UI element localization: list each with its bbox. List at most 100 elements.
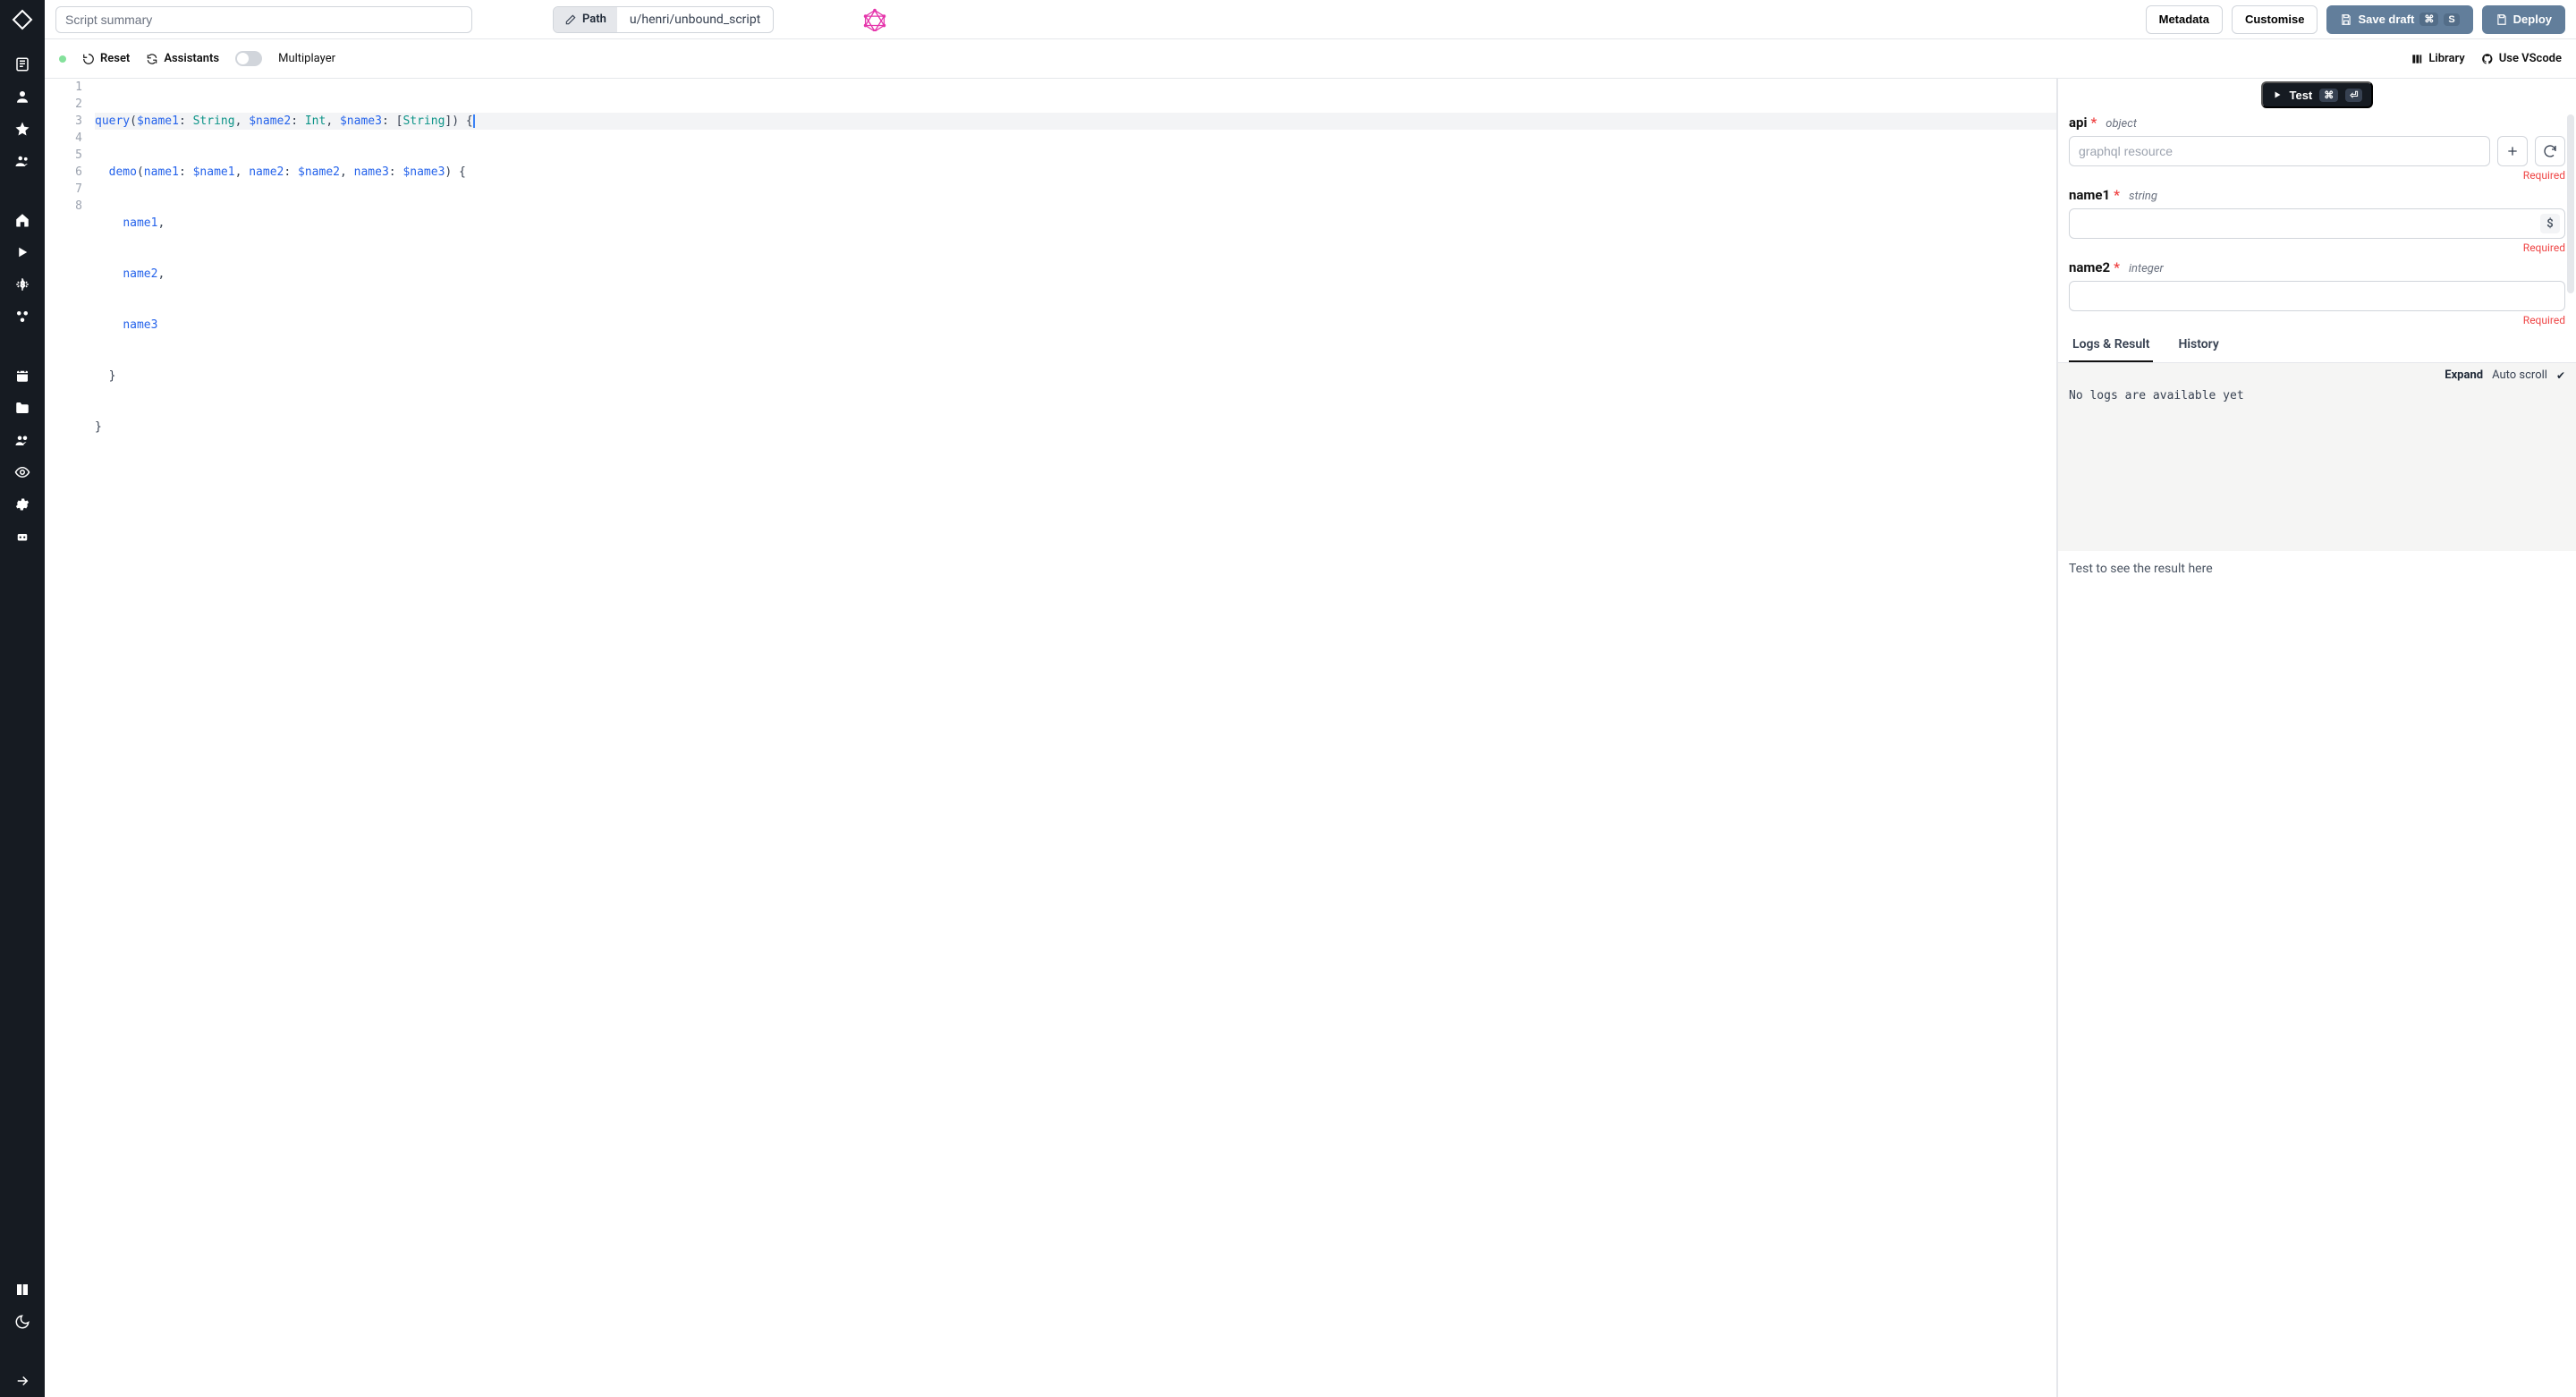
test-kbd-mod: ⌘ <box>2319 89 2338 102</box>
code-content[interactable]: query($name1: String, $name2: Int, $name… <box>89 79 2056 1397</box>
path-group: Path u/henri/unbound_script <box>553 6 774 33</box>
home-icon[interactable] <box>0 204 45 236</box>
right-panel: Test ⌘ ⏎ api* object <box>2057 79 2576 1397</box>
field-type: integer <box>2129 262 2164 275</box>
api-input[interactable] <box>2069 136 2490 166</box>
top-header: Path u/henri/unbound_script Metadata Cus… <box>45 0 2576 39</box>
robot-icon[interactable] <box>0 521 45 553</box>
sub-header: Reset Assistants Multiplayer Library Use… <box>45 39 2576 79</box>
required-text: Required <box>2069 314 2565 326</box>
multiplayer-toggle[interactable] <box>235 51 262 66</box>
folder-icon[interactable] <box>0 392 45 424</box>
refresh-icon <box>2543 144 2557 158</box>
save-kbd-mod: ⌘ <box>2419 13 2438 26</box>
save-icon <box>2340 13 2352 26</box>
path-value: u/henri/unbound_script <box>617 13 773 27</box>
variable-picker-button[interactable]: $ <box>2540 214 2560 233</box>
status-dot <box>59 55 66 63</box>
line-number: 7 <box>52 181 82 198</box>
deploy-label: Deploy <box>2513 13 2552 26</box>
vscode-label: Use VScode <box>2499 52 2562 65</box>
multiplayer-label: Multiplayer <box>278 52 335 65</box>
vscode-button[interactable]: Use VScode <box>2481 52 2562 65</box>
play-icon <box>2272 89 2283 100</box>
library-icon <box>2411 53 2423 65</box>
add-resource-button[interactable] <box>2497 136 2528 166</box>
required-text: Required <box>2069 241 2565 254</box>
field-api: api* object Required <box>2069 114 2565 182</box>
github-icon <box>2481 53 2494 65</box>
theme-icon[interactable] <box>0 1306 45 1338</box>
library-button[interactable]: Library <box>2411 52 2464 65</box>
assistants-button[interactable]: Assistants <box>146 52 219 65</box>
library-label: Library <box>2428 52 2464 65</box>
eye-icon[interactable] <box>0 456 45 488</box>
deploy-button[interactable]: Deploy <box>2482 5 2565 34</box>
field-name2: name2* integer Required <box>2069 259 2565 326</box>
autoscroll-label: Auto scroll <box>2492 368 2547 382</box>
name2-input[interactable] <box>2069 281 2565 311</box>
field-name: name2 <box>2069 259 2110 275</box>
script-summary-input[interactable] <box>55 6 472 33</box>
save-draft-button[interactable]: Save draft ⌘ S <box>2326 5 2472 34</box>
autoscroll-check-icon[interactable]: ✔ <box>2556 369 2565 382</box>
schedules-icon[interactable] <box>0 360 45 392</box>
line-number: 4 <box>52 130 82 147</box>
line-number: 6 <box>52 164 82 181</box>
resources-icon[interactable] <box>0 301 45 333</box>
logs-pane: Expand Auto scroll ✔ No logs are availab… <box>2058 363 2576 551</box>
assistants-label: Assistants <box>164 52 219 65</box>
refresh-icon <box>146 53 158 65</box>
cursor <box>473 114 475 128</box>
path-button[interactable]: Path <box>554 7 617 32</box>
result-tabs: Logs & Result History <box>2058 328 2576 363</box>
expand-button[interactable]: Expand <box>2445 368 2483 382</box>
result-empty-text: Test to see the result here <box>2069 562 2213 576</box>
line-gutter: 1 2 3 4 5 6 7 8 <box>45 79 89 1397</box>
test-button[interactable]: Test ⌘ ⏎ <box>2261 81 2374 108</box>
save-draft-label: Save draft <box>2358 13 2414 26</box>
user-icon[interactable] <box>0 80 45 113</box>
save-kbd-key: S <box>2444 13 2459 26</box>
line-number: 3 <box>52 113 82 130</box>
scrollbar[interactable] <box>2567 114 2574 293</box>
field-name1: name1* string $ Required <box>2069 187 2565 254</box>
variables-icon[interactable]: $ <box>0 268 45 301</box>
app-logo[interactable] <box>12 9 33 30</box>
path-label: Path <box>582 13 606 26</box>
left-sidebar: $ <box>0 0 45 1397</box>
settings-icon[interactable] <box>0 488 45 521</box>
tab-logs-result[interactable]: Logs & Result <box>2069 328 2153 362</box>
refresh-resource-button[interactable] <box>2535 136 2565 166</box>
line-number: 5 <box>52 147 82 164</box>
reset-button[interactable]: Reset <box>82 52 130 65</box>
workspace-icon[interactable] <box>0 48 45 80</box>
plus-icon <box>2505 144 2520 158</box>
field-type: object <box>2106 117 2137 131</box>
line-number: 8 <box>52 198 82 215</box>
line-number: 1 <box>52 79 82 96</box>
logs-empty-text: No logs are available yet <box>2069 389 2565 402</box>
field-name: name1 <box>2069 187 2110 203</box>
test-label: Test <box>2290 89 2313 102</box>
required-text: Required <box>2069 169 2565 182</box>
customise-button[interactable]: Customise <box>2232 5 2318 34</box>
groups-icon[interactable] <box>0 424 45 456</box>
name1-input[interactable] <box>2069 208 2565 239</box>
tab-history[interactable]: History <box>2174 328 2222 362</box>
pencil-icon <box>564 13 577 26</box>
reset-icon <box>82 53 95 65</box>
runs-icon[interactable] <box>0 236 45 268</box>
users-icon[interactable] <box>0 145 45 177</box>
svg-text:$: $ <box>21 280 25 290</box>
metadata-button[interactable]: Metadata <box>2146 5 2223 34</box>
result-pane: Test to see the result here <box>2058 551 2576 1397</box>
line-number: 2 <box>52 96 82 113</box>
field-name: api <box>2069 114 2087 131</box>
field-type: string <box>2129 190 2157 203</box>
code-editor[interactable]: 1 2 3 4 5 6 7 8 query($name1: String, $n… <box>45 79 2057 1397</box>
star-icon[interactable] <box>0 113 45 145</box>
docs-icon[interactable] <box>0 1274 45 1306</box>
collapse-icon[interactable] <box>0 1365 45 1397</box>
deploy-icon <box>2496 13 2508 26</box>
